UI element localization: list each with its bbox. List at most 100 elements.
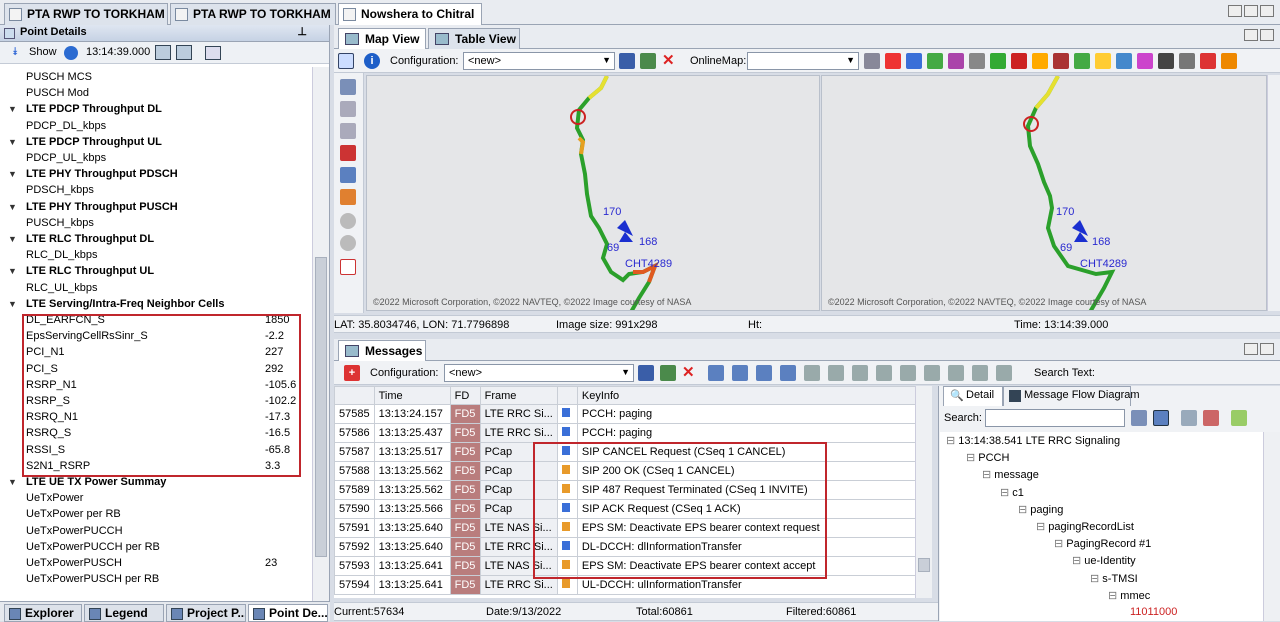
- expand-icon[interactable]: ▼: [8, 134, 17, 150]
- tab-message-flow-diagram[interactable]: Message Flow Diagram: [1003, 386, 1140, 406]
- map-pane-right[interactable]: 170 168 69 CHT4289 ©2022 Microsoft Corpo…: [821, 75, 1267, 311]
- collapse-icon[interactable]: ⊟: [1072, 555, 1084, 567]
- tab-point-details[interactable]: Point De...: [248, 604, 328, 622]
- settings-icon[interactable]: [1231, 410, 1247, 426]
- add-icon[interactable]: +: [344, 365, 360, 381]
- close-button[interactable]: [1260, 5, 1274, 17]
- layer-icon[interactable]: [1137, 53, 1153, 69]
- maximize-button[interactable]: [1260, 343, 1274, 355]
- layers-icon[interactable]: [338, 53, 354, 69]
- delete-icon[interactable]: ✕: [662, 53, 678, 69]
- menu-icon[interactable]: [1221, 53, 1237, 69]
- pan-icon[interactable]: [1074, 53, 1090, 69]
- detail-tree-node[interactable]: ⊟ ue-Identity: [1072, 554, 1136, 567]
- tab-table-view[interactable]: Table View: [428, 28, 520, 49]
- columns-icon[interactable]: [900, 365, 916, 381]
- maximize-button[interactable]: [1260, 29, 1274, 41]
- tree-item[interactable]: PUSCH Mod: [0, 85, 312, 101]
- network-icon[interactable]: [1053, 53, 1069, 69]
- stack-icon[interactable]: [948, 53, 964, 69]
- detail-tree-node[interactable]: ⊟ c1: [1000, 486, 1024, 499]
- view-tree-icon[interactable]: [732, 365, 748, 381]
- tree-item[interactable]: PUSCH MCS: [0, 69, 312, 85]
- expand-icon[interactable]: ▼: [8, 101, 17, 117]
- detail-tree-node[interactable]: ⊟ s-TMSI: [1090, 572, 1138, 585]
- scrollbar-thumb[interactable]: [918, 558, 930, 572]
- copy-icon[interactable]: [948, 365, 964, 381]
- home-icon[interactable]: [1032, 53, 1048, 69]
- collapse-icon[interactable]: ⊟: [966, 452, 978, 464]
- pin-icon[interactable]: ⊥: [297, 25, 307, 38]
- save-icon[interactable]: [638, 365, 654, 381]
- collapse-icon[interactable]: ⊟: [1000, 487, 1012, 499]
- tab-map-view[interactable]: Map View: [338, 28, 426, 49]
- show-button[interactable]: Show: [29, 46, 57, 58]
- back-icon[interactable]: [1158, 53, 1174, 69]
- column-direction[interactable]: [556, 386, 578, 405]
- export-icon[interactable]: [996, 365, 1012, 381]
- info-icon[interactable]: i: [364, 53, 380, 69]
- tab-legend[interactable]: Legend: [84, 604, 164, 622]
- tree-group-header[interactable]: ▼ LTE Serving/Intra-Freq Neighbor Cells: [0, 296, 312, 312]
- online-map-select[interactable]: ▼: [747, 52, 859, 70]
- route-tool-icon[interactable]: [340, 189, 356, 205]
- messages-scrollbar[interactable]: [915, 386, 932, 598]
- tab-explorer[interactable]: Explorer: [4, 604, 82, 622]
- search-filter-icon[interactable]: [828, 365, 844, 381]
- expand-icon[interactable]: ▼: [8, 263, 17, 279]
- scrollbar-thumb[interactable]: [315, 257, 327, 557]
- collapse-icon[interactable]: ⊟: [1054, 538, 1066, 550]
- link-icon[interactable]: [906, 53, 922, 69]
- tree-group-header[interactable]: ▼ LTE PHY Throughput PUSCH: [0, 199, 312, 215]
- arrow-icon[interactable]: [1179, 53, 1195, 69]
- tree-item[interactable]: PDSCH_kbps: [0, 182, 312, 198]
- configuration-select[interactable]: <new> ▼: [463, 52, 615, 70]
- doc-tab-3[interactable]: Nowshera to Chitral: [338, 3, 482, 25]
- doc-tab-2[interactable]: PTA RWP TO TORKHAM: [170, 3, 336, 25]
- pointer-icon[interactable]: [1011, 53, 1027, 69]
- detail-tree-node[interactable]: ⊟ paging: [1018, 503, 1063, 516]
- tab-project[interactable]: Project P...: [166, 604, 246, 622]
- find-next-icon[interactable]: [1131, 410, 1147, 426]
- color-icon[interactable]: [780, 365, 796, 381]
- signal-icon[interactable]: [340, 259, 356, 275]
- tree-group-header[interactable]: ▼ LTE RLC Throughput DL: [0, 231, 312, 247]
- chart-tool-icon[interactable]: [340, 167, 356, 183]
- vertical-scrollbar[interactable]: [312, 67, 329, 601]
- view-toggle-icon[interactable]: [1153, 410, 1169, 426]
- collapse-icon[interactable]: ⊟: [946, 435, 958, 447]
- grid-view-icon[interactable]: [155, 45, 171, 60]
- collapse-icon[interactable]: ⊟: [1090, 573, 1102, 585]
- save-as-icon[interactable]: [640, 53, 656, 69]
- tree-item[interactable]: PDCP_DL_kbps: [0, 118, 312, 134]
- column-fd[interactable]: FD: [449, 386, 481, 405]
- draw-tool-icon[interactable]: [340, 101, 356, 117]
- filter-icon[interactable]: [876, 365, 892, 381]
- detail-search-input[interactable]: [985, 409, 1125, 427]
- sort-icon[interactable]: [852, 365, 868, 381]
- collapse-icon[interactable]: ⊟: [1108, 590, 1120, 602]
- table-row[interactable]: 57586 13:13:25.437 FD5 LTE RRC Si... PCCH: p…: [334, 423, 917, 443]
- column-frame[interactable]: Frame: [479, 386, 558, 405]
- messages-configuration-select[interactable]: <new> ▼: [444, 364, 634, 382]
- minimize-button[interactable]: [1228, 5, 1242, 17]
- measure-tool-icon[interactable]: [340, 123, 356, 139]
- detail-tree-node[interactable]: ⊟ mmec: [1108, 589, 1150, 602]
- detail-tree-node[interactable]: ⊟ PagingRecord #1: [1054, 537, 1151, 550]
- select-tool-icon[interactable]: [340, 79, 356, 95]
- tag-icon[interactable]: [924, 365, 940, 381]
- doc-tab-1[interactable]: PTA RWP TO TORKHAM: [4, 3, 168, 25]
- expand-icon[interactable]: ▼: [8, 231, 17, 247]
- tree-group-header[interactable]: ▼ LTE PHY Throughput PDSCH: [0, 166, 312, 182]
- map-pane-left[interactable]: 170 168 69 CHT4289 ©2022 Microsoft Corpo…: [366, 75, 820, 311]
- map-scrollbar[interactable]: [1267, 75, 1280, 311]
- minimize-button[interactable]: [1244, 29, 1258, 41]
- tree-item[interactable]: UeTxPowerPUSCH 23: [0, 555, 312, 571]
- tab-messages[interactable]: Messages: [338, 340, 426, 361]
- zoom-in-icon[interactable]: [340, 213, 356, 229]
- save-icon[interactable]: [619, 53, 635, 69]
- zoom-out-icon[interactable]: [340, 235, 356, 251]
- restore-button[interactable]: [1244, 5, 1258, 17]
- column-time[interactable]: Time: [373, 386, 451, 405]
- detail-scrollbar[interactable]: [1263, 432, 1280, 621]
